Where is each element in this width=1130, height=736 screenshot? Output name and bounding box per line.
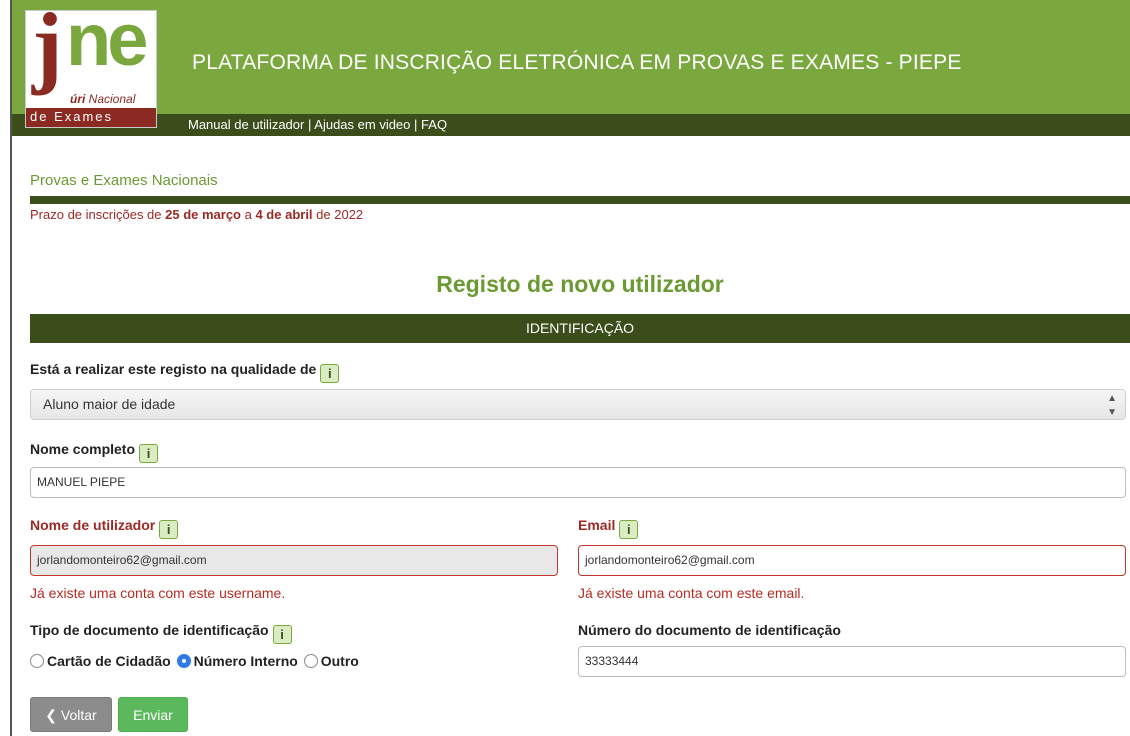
back-button[interactable]: ❮ Voltar	[30, 697, 112, 732]
section-title: Provas e Exames Nacionais	[30, 172, 218, 189]
username-label: Nome de utilizador i	[30, 517, 179, 539]
select-arrows-icon: ▲ ▼	[1107, 393, 1117, 418]
info-icon[interactable]: i	[139, 444, 159, 463]
logo-text-juri: úri Nacional	[70, 92, 136, 106]
radio-button-selected[interactable]	[176, 654, 191, 668]
email-error: Já existe uma conta com este email.	[578, 585, 805, 601]
doc-type-label: Tipo de documento de identificação i	[30, 622, 292, 644]
header-nav-bar	[12, 114, 1130, 136]
registration-deadline: Prazo de inscrições de 25 de março a 4 d…	[30, 207, 364, 222]
link-separator: |	[414, 117, 418, 132]
full-name-input[interactable]: MANUEL PIEPE	[30, 467, 1126, 498]
radio-cartao-cidadao[interactable]: Cartão de Cidadão	[30, 653, 171, 669]
link-video-help[interactable]: Ajudas em video	[314, 117, 410, 132]
chevron-left-icon: ❮	[45, 707, 58, 723]
radio-numero-interno[interactable]: Número Interno	[176, 653, 298, 669]
logo-letters-ne: ne	[66, 10, 148, 81]
doc-type-radio-group: Cartão de Cidadão Número Interno Outro	[30, 653, 361, 669]
link-separator: |	[307, 117, 312, 132]
link-user-manual[interactable]: Manual de utilizador	[188, 117, 304, 132]
role-select[interactable]: Aluno maior de idade ▲ ▼	[30, 389, 1126, 420]
info-icon[interactable]: i	[272, 625, 292, 644]
email-input[interactable]: jorlandomonteiro62@gmail.com	[578, 545, 1126, 576]
logo-letter-j: j	[32, 10, 63, 96]
info-icon[interactable]: i	[159, 520, 179, 539]
info-icon[interactable]: i	[320, 364, 340, 383]
identification-section-header: IDENTIFICAÇÃO	[30, 314, 1130, 343]
doc-number-label: Número do documento de identificação	[578, 622, 841, 638]
doc-number-input[interactable]: 33333444	[578, 646, 1126, 677]
section-divider	[30, 196, 1130, 204]
radio-button[interactable]	[303, 654, 318, 668]
site-header: j ne úri Nacional de Exames PLATAFORMA D…	[12, 0, 1130, 136]
username-error: Já existe uma conta com este username.	[30, 585, 286, 601]
logo-text-exames: de Exames	[26, 108, 156, 127]
full-name-label: Nome completo i	[30, 441, 159, 463]
username-input[interactable]: jorlandomonteiro62@gmail.com	[30, 545, 558, 576]
radio-button[interactable]	[30, 654, 44, 668]
role-label: Está a realizar este registo na qualidad…	[30, 361, 340, 383]
link-faq[interactable]: FAQ	[421, 117, 447, 132]
page-title: Registo de novo utilizador	[436, 271, 724, 297]
platform-title: PLATAFORMA DE INSCRIÇÃO ELETRÓNICA EM PR…	[192, 51, 962, 74]
jne-logo[interactable]: j ne úri Nacional de Exames	[25, 10, 157, 128]
info-icon[interactable]: i	[619, 520, 639, 539]
radio-outro[interactable]: Outro	[303, 653, 359, 669]
send-button[interactable]: Enviar	[118, 697, 188, 732]
header-links: Manual de utilizador | Ajudas em video |…	[188, 117, 447, 132]
email-label: Email i	[578, 517, 639, 539]
